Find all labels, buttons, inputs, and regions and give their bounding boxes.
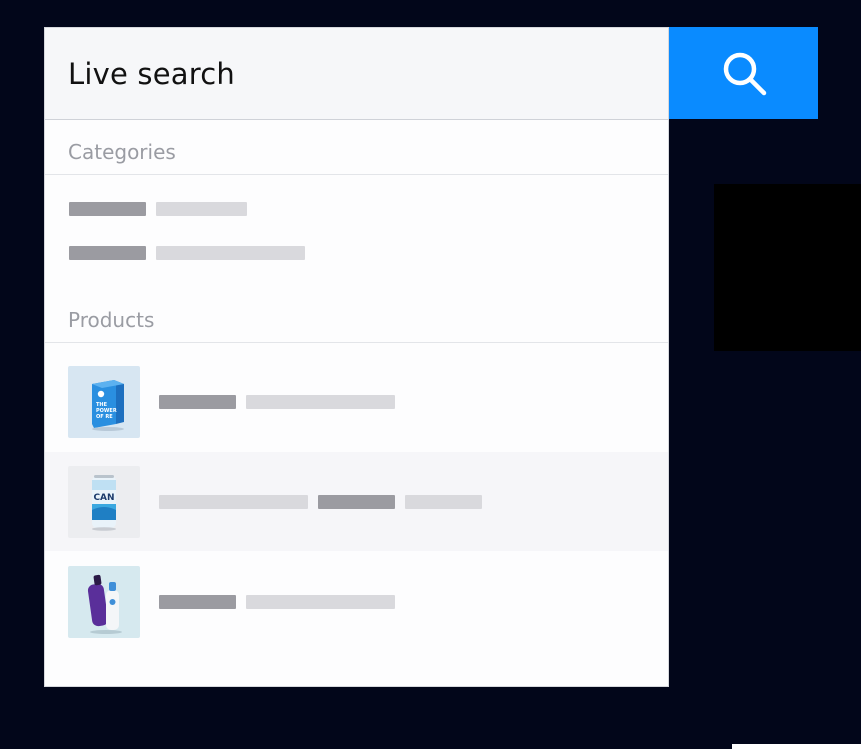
category-detail-placeholder (156, 202, 247, 216)
product-detail-placeholder (246, 595, 395, 609)
search-bar (45, 28, 668, 120)
product-item[interactable] (45, 552, 668, 651)
product-detail-placeholder (246, 395, 395, 409)
search-input[interactable] (68, 54, 628, 94)
product-item[interactable]: CAN (45, 452, 668, 551)
product-price-placeholder (405, 495, 482, 509)
products-section-header: Products (45, 288, 668, 343)
product-text-placeholder (159, 495, 492, 509)
search-button[interactable] (669, 27, 818, 119)
categories-label: Categories (68, 140, 176, 164)
products-label: Products (68, 308, 155, 332)
can-product-image: CAN (68, 466, 140, 538)
product-name-placeholder (318, 495, 395, 509)
product-item[interactable]: THE POWER OF RE (45, 352, 668, 451)
product-detail-placeholder (159, 495, 308, 509)
background-corner-strip (732, 744, 861, 749)
category-name-placeholder (69, 246, 146, 260)
category-name-placeholder (69, 202, 146, 216)
product-name-placeholder (159, 595, 236, 609)
blue-box-product-image: THE POWER OF RE (68, 366, 140, 438)
category-item[interactable] (45, 242, 668, 264)
background-shadow-block (714, 184, 861, 351)
categories-section-header: Categories (45, 120, 668, 175)
search-icon (723, 52, 766, 96)
bottles-product-image (68, 566, 140, 638)
product-text-placeholder (159, 595, 405, 609)
category-detail-placeholder (156, 246, 305, 260)
category-item[interactable] (45, 198, 668, 220)
product-text-placeholder (159, 395, 405, 409)
box-label-line-3: OF RE (96, 414, 113, 420)
product-name-placeholder (159, 395, 236, 409)
live-search-panel: Categories Products THE POWER OF RE (44, 27, 669, 687)
can-label: CAN (93, 493, 114, 503)
